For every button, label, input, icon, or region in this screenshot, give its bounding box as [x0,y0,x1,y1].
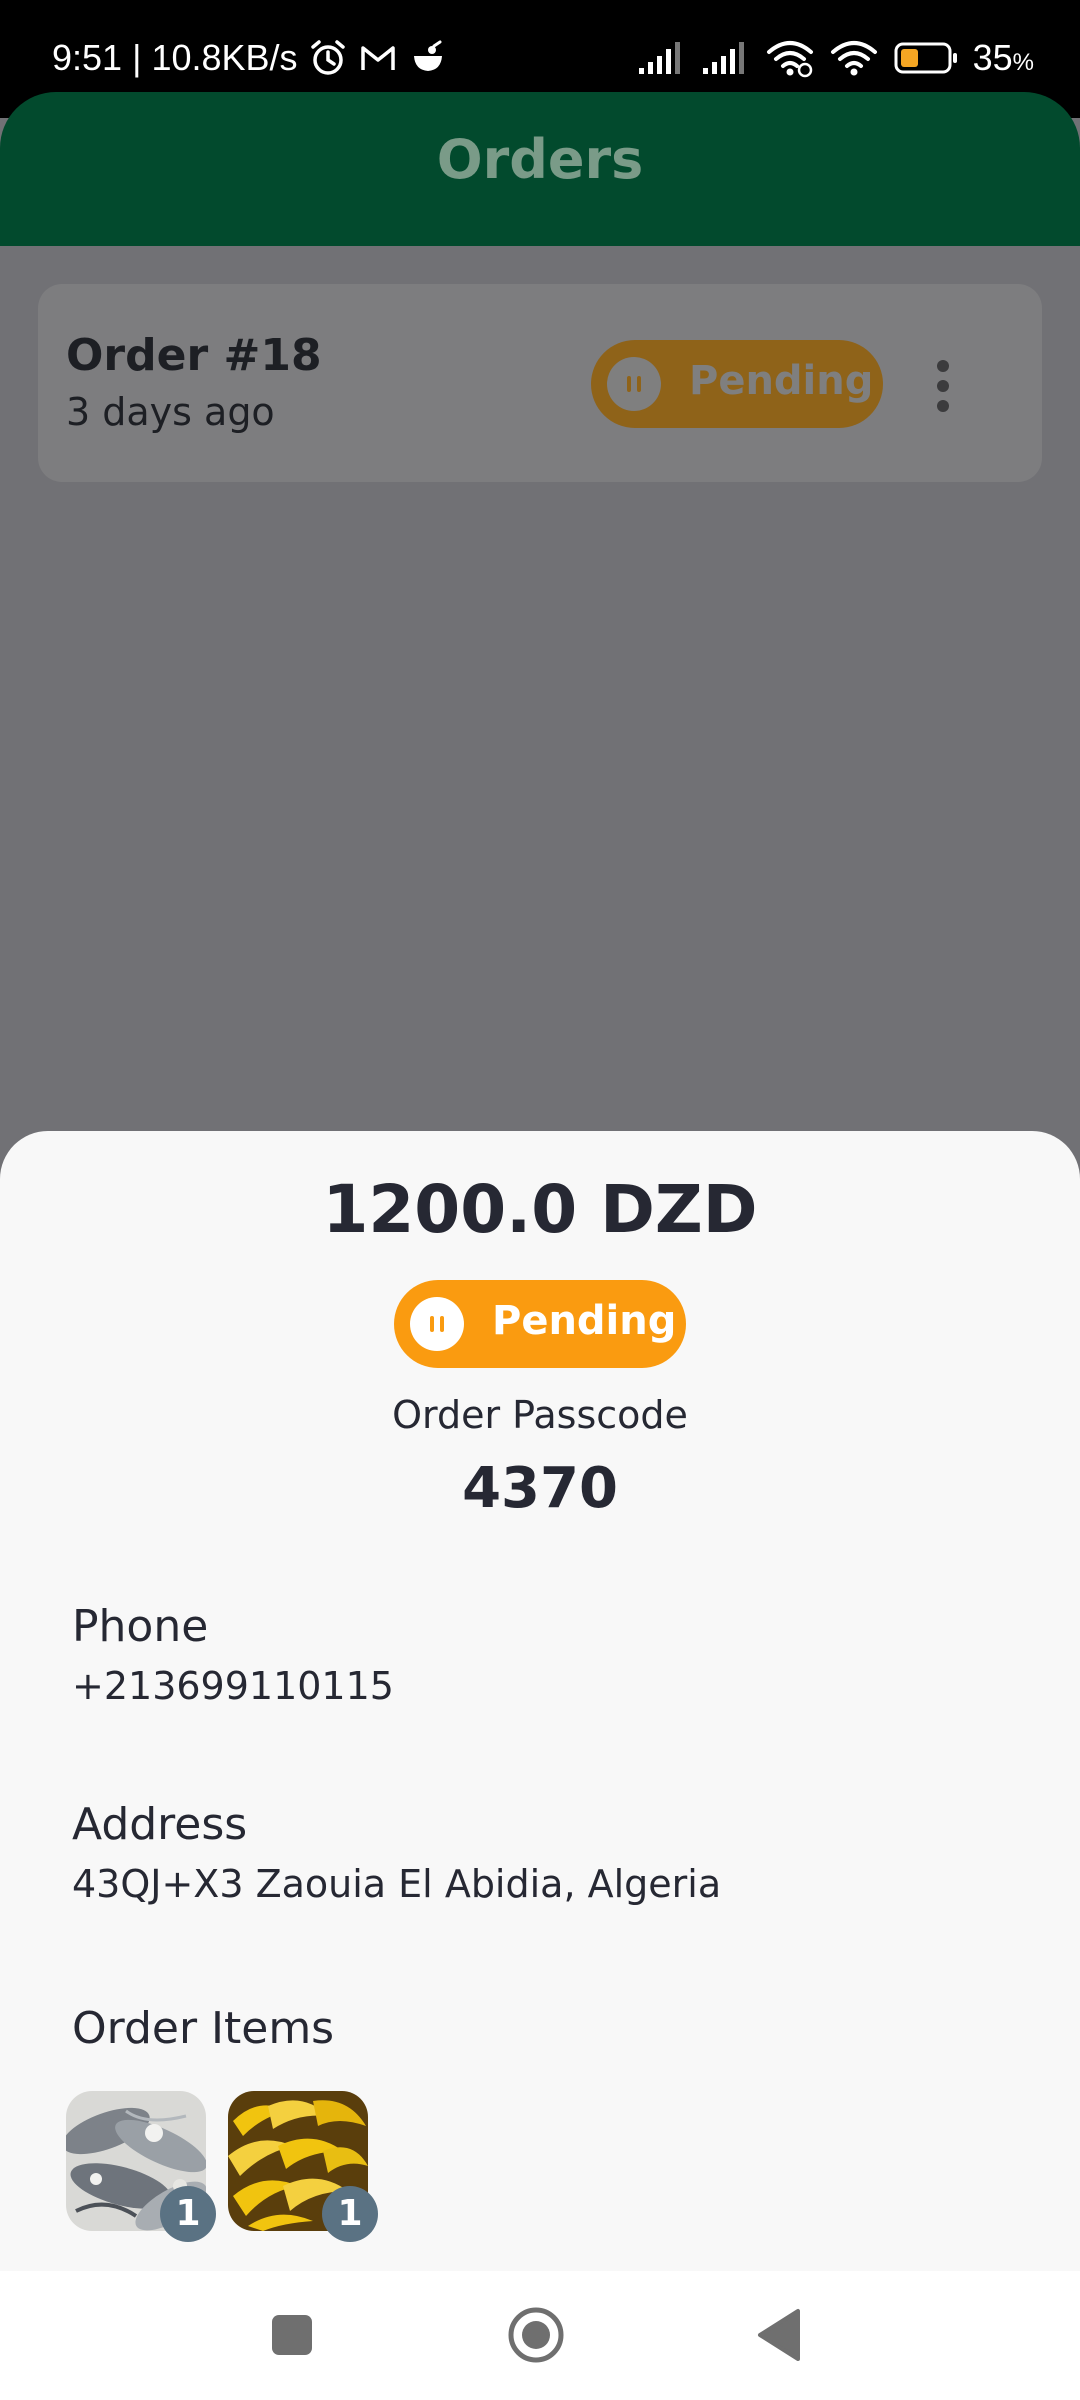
wifi-icon-1 [765,38,815,78]
status-time: 9:51 [52,37,123,78]
page-title: Orders [436,128,644,191]
battery-icon [893,40,959,76]
pause-icon [410,1297,464,1351]
status-label: Pending [492,1298,677,1344]
address-label: Address [72,1799,248,1850]
phone-value: +213699110115 [72,1664,394,1708]
item-quantity-badge: 1 [322,2186,378,2242]
order-amount: 1200.0 DZD [322,1171,758,1248]
order-status-badge: Pending [591,340,883,428]
bowl-icon [408,38,448,78]
wifi-icon-2 [829,38,879,78]
order-title: Order #18 [66,330,322,381]
status-badge: Pending [394,1280,686,1368]
gmail-icon [358,38,398,78]
order-details-sheet: 1200.0 DZD Pending Order Passcode 4370 P… [0,1131,1080,2271]
circle-home-icon[interactable] [500,2299,572,2371]
network-speed: 10.8KB/s [151,37,298,78]
battery-value: 35 [972,37,1013,78]
address-value: 43QJ+X3 Zaouia El Abidia, Algeria [72,1862,722,1906]
status-right: 35% [637,30,1034,86]
system-nav-bar [0,2271,1080,2400]
item-quantity-badge: 1 [160,2186,216,2242]
battery-unit: % [1012,49,1034,76]
app-header: Orders [0,92,1080,246]
order-time: 3 days ago [66,390,275,434]
passcode-value: 4370 [462,1456,618,1521]
battery-percentage: 35% [973,37,1034,79]
signal-icon-1 [637,40,687,76]
alarm-icon [308,38,348,78]
signal-icon-2 [701,40,751,76]
status-separator: | [132,37,142,78]
passcode-label: Order Passcode [392,1393,688,1437]
triangle-back-icon[interactable] [746,2299,818,2371]
order-status-label: Pending [689,358,874,404]
pause-icon [607,357,661,411]
more-vertical-icon[interactable] [935,360,951,412]
square-recents-icon[interactable] [256,2299,328,2371]
status-left: 9:51 | 10.8KB/s [52,30,448,86]
order-items-label: Order Items [72,2003,335,2054]
phone-label: Phone [72,1601,209,1652]
order-card[interactable]: Order #18 3 days ago Pending [38,284,1042,482]
